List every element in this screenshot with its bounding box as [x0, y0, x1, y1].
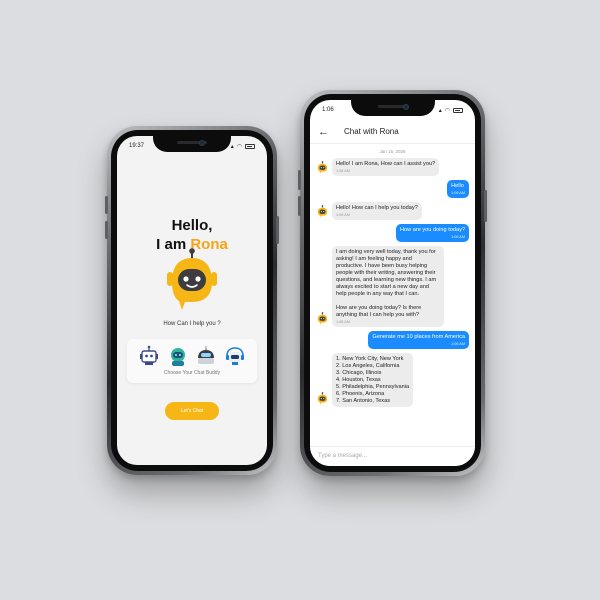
message-time: 1:06 AM — [336, 213, 350, 217]
robot-dome-icon[interactable] — [195, 345, 217, 367]
robot-square-icon[interactable] — [138, 345, 160, 367]
date-separator: Jan 15, 2025 — [379, 149, 406, 154]
message-bubble: Hello 1:06 AM — [447, 180, 469, 198]
wifi-icon: ◠ — [444, 107, 450, 114]
battery-icon — [453, 107, 463, 113]
bot-avatar-icon — [316, 205, 329, 218]
status-time: 1:06 — [322, 107, 334, 113]
message-input[interactable]: Type a message... — [310, 446, 475, 466]
welcome-screen: 19:37 ▴ ◠ Hello, I am Rona How Can I hel… — [117, 136, 267, 465]
robot-mascot-icon — [167, 248, 217, 310]
message-text: How are you doing today? — [400, 227, 465, 233]
lets-chat-button[interactable]: Let's Chat — [165, 402, 219, 420]
bot-avatar-icon — [316, 312, 329, 325]
bot-message: Hello! I am Rona, How can I assist you? 1… — [316, 158, 469, 176]
buddy-picker: Choose Your Chat Buddy — [127, 339, 257, 383]
message-bubble: How are you doing today? 1:06 AM — [396, 224, 469, 242]
front-camera — [402, 104, 409, 110]
user-message: How are you doing today? 1:06 AM — [316, 224, 469, 242]
bot-avatar-icon — [316, 161, 329, 174]
message-bubble: Hello! How can I help you today? 1:06 AM — [332, 202, 422, 220]
status-icons: ▴ ◠ — [231, 143, 255, 150]
notch — [350, 100, 435, 116]
power-button — [484, 190, 487, 222]
message-time: 1:06 AM — [451, 191, 465, 195]
bot-avatar-icon — [316, 392, 329, 405]
status-time: 19:37 — [129, 143, 145, 149]
signal-icon: ▴ — [438, 107, 442, 114]
notch — [153, 136, 231, 152]
message-text: Hello — [451, 183, 464, 189]
buddy-caption: Choose Your Chat Buddy — [163, 370, 221, 376]
user-message: Generate me 10 places from America 1:06 A… — [316, 331, 469, 349]
message-time: 1:06 AM — [451, 235, 465, 239]
message-text: Generate me 10 places from America — [372, 334, 465, 340]
bot-message: Hello! How can I help you today? 1:06 AM — [316, 202, 469, 220]
left-phone: 19:37 ▴ ◠ Hello, I am Rona How Can I hel… — [105, 126, 279, 475]
message-bubble: Hello! I am Rona, How can I assist you? 1… — [332, 158, 440, 176]
front-camera — [199, 140, 205, 146]
volume-up-button — [298, 170, 301, 190]
power-button — [276, 216, 279, 244]
message-time: 1:06 AM — [451, 342, 465, 346]
arrow-left-icon[interactable]: ← — [318, 126, 332, 138]
volume-down-button — [298, 196, 301, 216]
user-message: Hello 1:06 AM — [316, 180, 469, 198]
robot-headset-icon[interactable] — [224, 345, 246, 367]
greeting-line1: Hello, — [171, 217, 213, 234]
battery-icon — [245, 143, 255, 149]
chat-title: Chat with Rona — [344, 127, 399, 136]
wifi-icon: ◠ — [236, 143, 242, 150]
message-bubble: Generate me 10 places from America 1:06 A… — [368, 331, 469, 349]
message-bubble: I am doing very well today, thank you fo… — [332, 246, 444, 327]
message-text: 1. New York City, New York 2. Los Angele… — [336, 356, 410, 404]
message-bubble: 1. New York City, New York 2. Los Angele… — [332, 353, 414, 407]
signal-icon: ▴ — [230, 143, 234, 150]
bot-message: 1. New York City, New York 2. Los Angele… — [316, 353, 469, 407]
robot-green-icon[interactable] — [167, 345, 189, 367]
message-time: 1:06 AM — [336, 169, 350, 173]
buddy-row — [127, 339, 257, 367]
message-text: Hello! How can I help you today? — [336, 205, 418, 211]
message-text: Hello! I am Rona, How can I assist you? — [336, 161, 436, 167]
help-prompt: How Can I help you ? — [163, 321, 221, 327]
volume-down-button — [105, 221, 108, 239]
status-icons: ▴ ◠ — [439, 107, 463, 114]
bot-message: I am doing very well today, thank you fo… — [316, 246, 469, 327]
message-text: I am doing very well today, thank you fo… — [336, 249, 437, 318]
chat-screen: 1:06 ▴ ◠ ← Chat with Rona Jan 15, 2025 H… — [310, 100, 475, 466]
volume-up-button — [105, 196, 108, 214]
chat-thread[interactable]: Jan 15, 2025 Hello! I am Rona, How can I… — [310, 145, 475, 446]
right-phone: 1:06 ▴ ◠ ← Chat with Rona Jan 15, 2025 H… — [298, 90, 487, 476]
message-time: 1:06 AM — [336, 320, 350, 324]
chat-header: ← Chat with Rona — [310, 120, 475, 144]
